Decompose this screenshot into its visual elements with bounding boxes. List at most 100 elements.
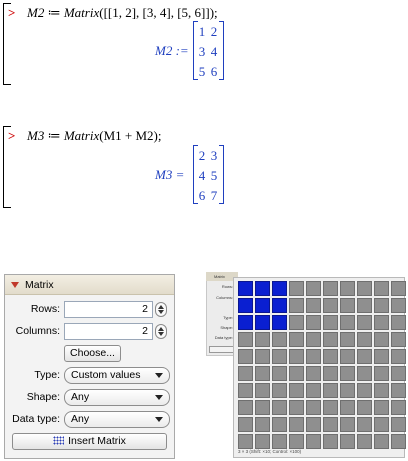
grid-cell[interactable]: [323, 332, 338, 347]
grid-cell[interactable]: [306, 332, 321, 347]
grid-cell[interactable]: [289, 315, 304, 330]
grid-cell[interactable]: [306, 281, 321, 296]
grid-cell[interactable]: [289, 366, 304, 381]
grid-cell[interactable]: [357, 400, 372, 415]
grid-cell[interactable]: [357, 349, 372, 364]
grid-cell[interactable]: [255, 332, 270, 347]
rows-input[interactable]: 2: [64, 301, 153, 318]
grid-cell[interactable]: [289, 434, 304, 449]
grid-cell[interactable]: [323, 315, 338, 330]
grid-cell[interactable]: [238, 332, 253, 347]
grid-cell[interactable]: [306, 298, 321, 313]
grid-cell[interactable]: [340, 281, 355, 296]
grid-cell[interactable]: [289, 400, 304, 415]
shape-dropdown[interactable]: Any: [64, 389, 170, 406]
grid-cell[interactable]: [323, 417, 338, 432]
grid-cell[interactable]: [272, 366, 287, 381]
grid-cell[interactable]: [340, 434, 355, 449]
type-dropdown[interactable]: Custom values: [64, 367, 170, 384]
grid-cell[interactable]: [357, 298, 372, 313]
grid-cell[interactable]: [289, 349, 304, 364]
grid-cell[interactable]: [357, 434, 372, 449]
spin-up-icon[interactable]: [158, 327, 164, 331]
grid-cell[interactable]: [323, 400, 338, 415]
grid-cell[interactable]: [238, 417, 253, 432]
grid-cell[interactable]: [391, 332, 406, 347]
grid-cell[interactable]: [323, 383, 338, 398]
grid-cell[interactable]: [374, 366, 389, 381]
grid-cell[interactable]: [289, 417, 304, 432]
grid-cell[interactable]: [306, 349, 321, 364]
grid-cell[interactable]: [255, 349, 270, 364]
grid-cell[interactable]: [323, 434, 338, 449]
insert-matrix-button[interactable]: Insert Matrix: [12, 433, 167, 450]
grid-cell[interactable]: [391, 434, 406, 449]
grid-cell[interactable]: [340, 400, 355, 415]
grid-cell[interactable]: [255, 434, 270, 449]
grid-cell[interactable]: [323, 281, 338, 296]
grid-cell[interactable]: [272, 332, 287, 347]
grid-cell[interactable]: [340, 366, 355, 381]
grid-cell[interactable]: [255, 366, 270, 381]
grid-cell[interactable]: [391, 298, 406, 313]
grid-cell[interactable]: [391, 417, 406, 432]
grid-cell[interactable]: [238, 349, 253, 364]
grid-cell[interactable]: [391, 281, 406, 296]
grid-cell[interactable]: [289, 298, 304, 313]
grid-cell[interactable]: [306, 366, 321, 381]
grid-cell[interactable]: [272, 349, 287, 364]
grid-cell[interactable]: [391, 315, 406, 330]
grid-cell[interactable]: [272, 315, 287, 330]
grid-cell[interactable]: [289, 383, 304, 398]
grid-cell[interactable]: [357, 332, 372, 347]
grid-cell[interactable]: [306, 315, 321, 330]
choose-button[interactable]: Choose...: [64, 345, 121, 362]
grid-cell[interactable]: [272, 383, 287, 398]
grid-cell[interactable]: [238, 298, 253, 313]
collapse-arrow-icon[interactable]: [11, 282, 19, 288]
grid-cell[interactable]: [374, 298, 389, 313]
grid-cell[interactable]: [357, 366, 372, 381]
grid-cell[interactable]: [374, 383, 389, 398]
grid-cell[interactable]: [323, 366, 338, 381]
grid-cell[interactable]: [238, 383, 253, 398]
spin-down-icon[interactable]: [158, 310, 164, 314]
grid-cell[interactable]: [374, 349, 389, 364]
grid-cell[interactable]: [391, 349, 406, 364]
grid-cell[interactable]: [374, 434, 389, 449]
grid-cell[interactable]: [340, 315, 355, 330]
grid-cell[interactable]: [238, 366, 253, 381]
grid-cell[interactable]: [255, 281, 270, 296]
grid-cell[interactable]: [357, 417, 372, 432]
columns-input[interactable]: 2: [64, 323, 153, 340]
grid-cell[interactable]: [255, 298, 270, 313]
input-line-2[interactable]: M3 ≔ Matrix(M1 + M2);: [27, 128, 161, 144]
grid-cell[interactable]: [357, 383, 372, 398]
grid-cell[interactable]: [340, 298, 355, 313]
grid-cell[interactable]: [272, 281, 287, 296]
grid-cell[interactable]: [340, 383, 355, 398]
grid-cell[interactable]: [357, 281, 372, 296]
grid-cell[interactable]: [340, 332, 355, 347]
grid-cell[interactable]: [238, 315, 253, 330]
grid-cell[interactable]: [289, 332, 304, 347]
grid-cell[interactable]: [374, 315, 389, 330]
grid-cell[interactable]: [374, 332, 389, 347]
grid-cell[interactable]: [323, 349, 338, 364]
columns-spinner[interactable]: [155, 324, 167, 339]
palette-header[interactable]: Matrix: [5, 275, 174, 295]
grid-cell[interactable]: [340, 349, 355, 364]
matrix-size-grid[interactable]: [233, 277, 406, 458]
grid-cell[interactable]: [306, 400, 321, 415]
datatype-dropdown[interactable]: Any: [64, 411, 170, 428]
grid-cell[interactable]: [272, 434, 287, 449]
spin-down-icon[interactable]: [158, 332, 164, 336]
grid-cell[interactable]: [391, 366, 406, 381]
grid-cell[interactable]: [323, 298, 338, 313]
grid-cell[interactable]: [255, 400, 270, 415]
grid-cell[interactable]: [374, 281, 389, 296]
input-line-1[interactable]: M2 ≔ Matrix([[1, 2], [3, 4], [5, 6]]);: [27, 5, 218, 21]
grid-cell[interactable]: [289, 281, 304, 296]
grid-cell[interactable]: [391, 383, 406, 398]
grid-cell[interactable]: [238, 400, 253, 415]
